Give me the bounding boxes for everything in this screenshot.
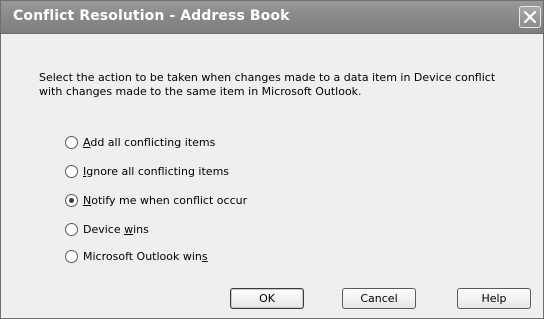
option-ignore-all[interactable]: Ignore all conflicting items	[65, 163, 229, 179]
dialog-window: Conflict Resolution - Address Book Selec…	[0, 0, 544, 319]
radio-device-wins[interactable]	[65, 222, 78, 236]
option-device-wins[interactable]: Device wins	[65, 221, 149, 237]
option-label: Microsoft Outlook wins	[83, 249, 208, 263]
option-label: Notify me when conflict occur	[83, 193, 248, 207]
title-bar[interactable]: Conflict Resolution - Address Book	[1, 1, 543, 34]
instruction-text: Select the action to be taken when chang…	[39, 71, 496, 98]
radio-add-all[interactable]	[65, 135, 78, 149]
ok-button[interactable]: OK	[230, 288, 304, 309]
close-button[interactable]	[519, 6, 541, 28]
radio-notify-me[interactable]	[65, 193, 78, 207]
option-label: Ignore all conflicting items	[83, 164, 230, 178]
option-label: Device wins	[83, 222, 149, 236]
radio-outlook-wins[interactable]	[65, 249, 78, 263]
option-label: Add all conflicting items	[83, 135, 216, 149]
close-icon	[524, 11, 536, 23]
option-notify-me[interactable]: Notify me when conflict occur	[65, 192, 247, 208]
option-add-all[interactable]: Add all conflicting items	[65, 134, 215, 150]
option-outlook-wins[interactable]: Microsoft Outlook wins	[65, 248, 208, 264]
cancel-button[interactable]: Cancel	[342, 288, 416, 309]
radio-ignore-all[interactable]	[65, 164, 78, 178]
window-title: Conflict Resolution - Address Book	[13, 8, 290, 24]
help-button[interactable]: Help	[457, 288, 531, 309]
